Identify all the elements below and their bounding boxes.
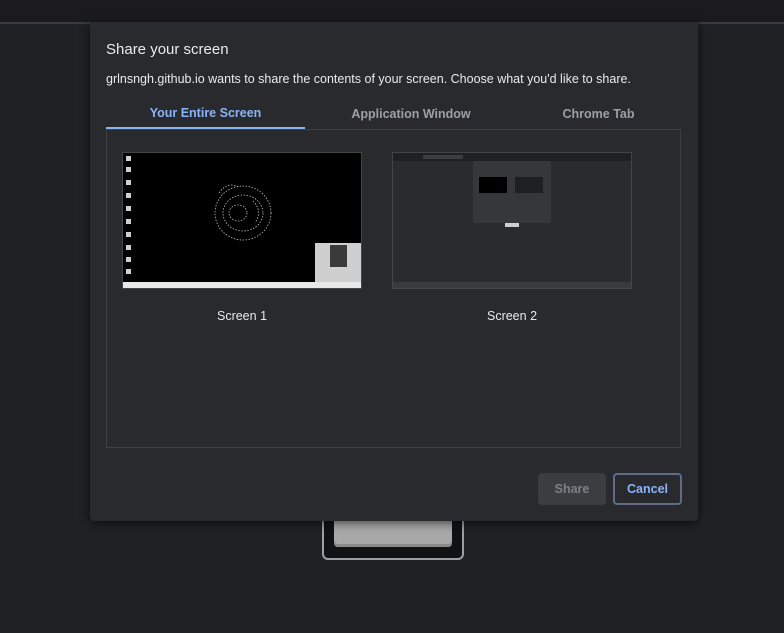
browser-top-strip bbox=[0, 0, 784, 24]
dialog-subtitle: grlnsngh.github.io wants to share the co… bbox=[106, 72, 631, 86]
share-screen-dialog: Share your screen grlnsngh.github.io wan… bbox=[90, 22, 698, 521]
dialog-title: Share your screen bbox=[106, 41, 229, 58]
screen-1-label: Screen 1 bbox=[216, 309, 268, 323]
screen-1-preview-image bbox=[126, 156, 361, 283]
screen-1-thumbnail[interactable] bbox=[122, 152, 362, 289]
screen-2-preview-image bbox=[393, 153, 631, 227]
screen-2-label: Screen 2 bbox=[486, 309, 538, 323]
cancel-button[interactable]: Cancel bbox=[613, 473, 682, 505]
screen-source-2[interactable]: Screen 2 bbox=[392, 152, 632, 323]
screen-2-taskbar bbox=[393, 282, 631, 288]
screen-1-taskbar bbox=[123, 282, 361, 288]
screen-2-thumbnail[interactable] bbox=[392, 152, 632, 289]
tab-entire-screen[interactable]: Your Entire Screen bbox=[106, 99, 305, 129]
screen-source-1[interactable]: Screen 1 bbox=[122, 152, 362, 323]
source-tabs: Your Entire Screen Application Window Ch… bbox=[106, 99, 681, 129]
tab-chrome-tab[interactable]: Chrome Tab bbox=[516, 99, 681, 129]
source-list-panel: Screen 1 Screen 2 bbox=[106, 129, 681, 448]
tab-application-window[interactable]: Application Window bbox=[311, 99, 511, 129]
share-button[interactable]: Share bbox=[538, 473, 606, 505]
